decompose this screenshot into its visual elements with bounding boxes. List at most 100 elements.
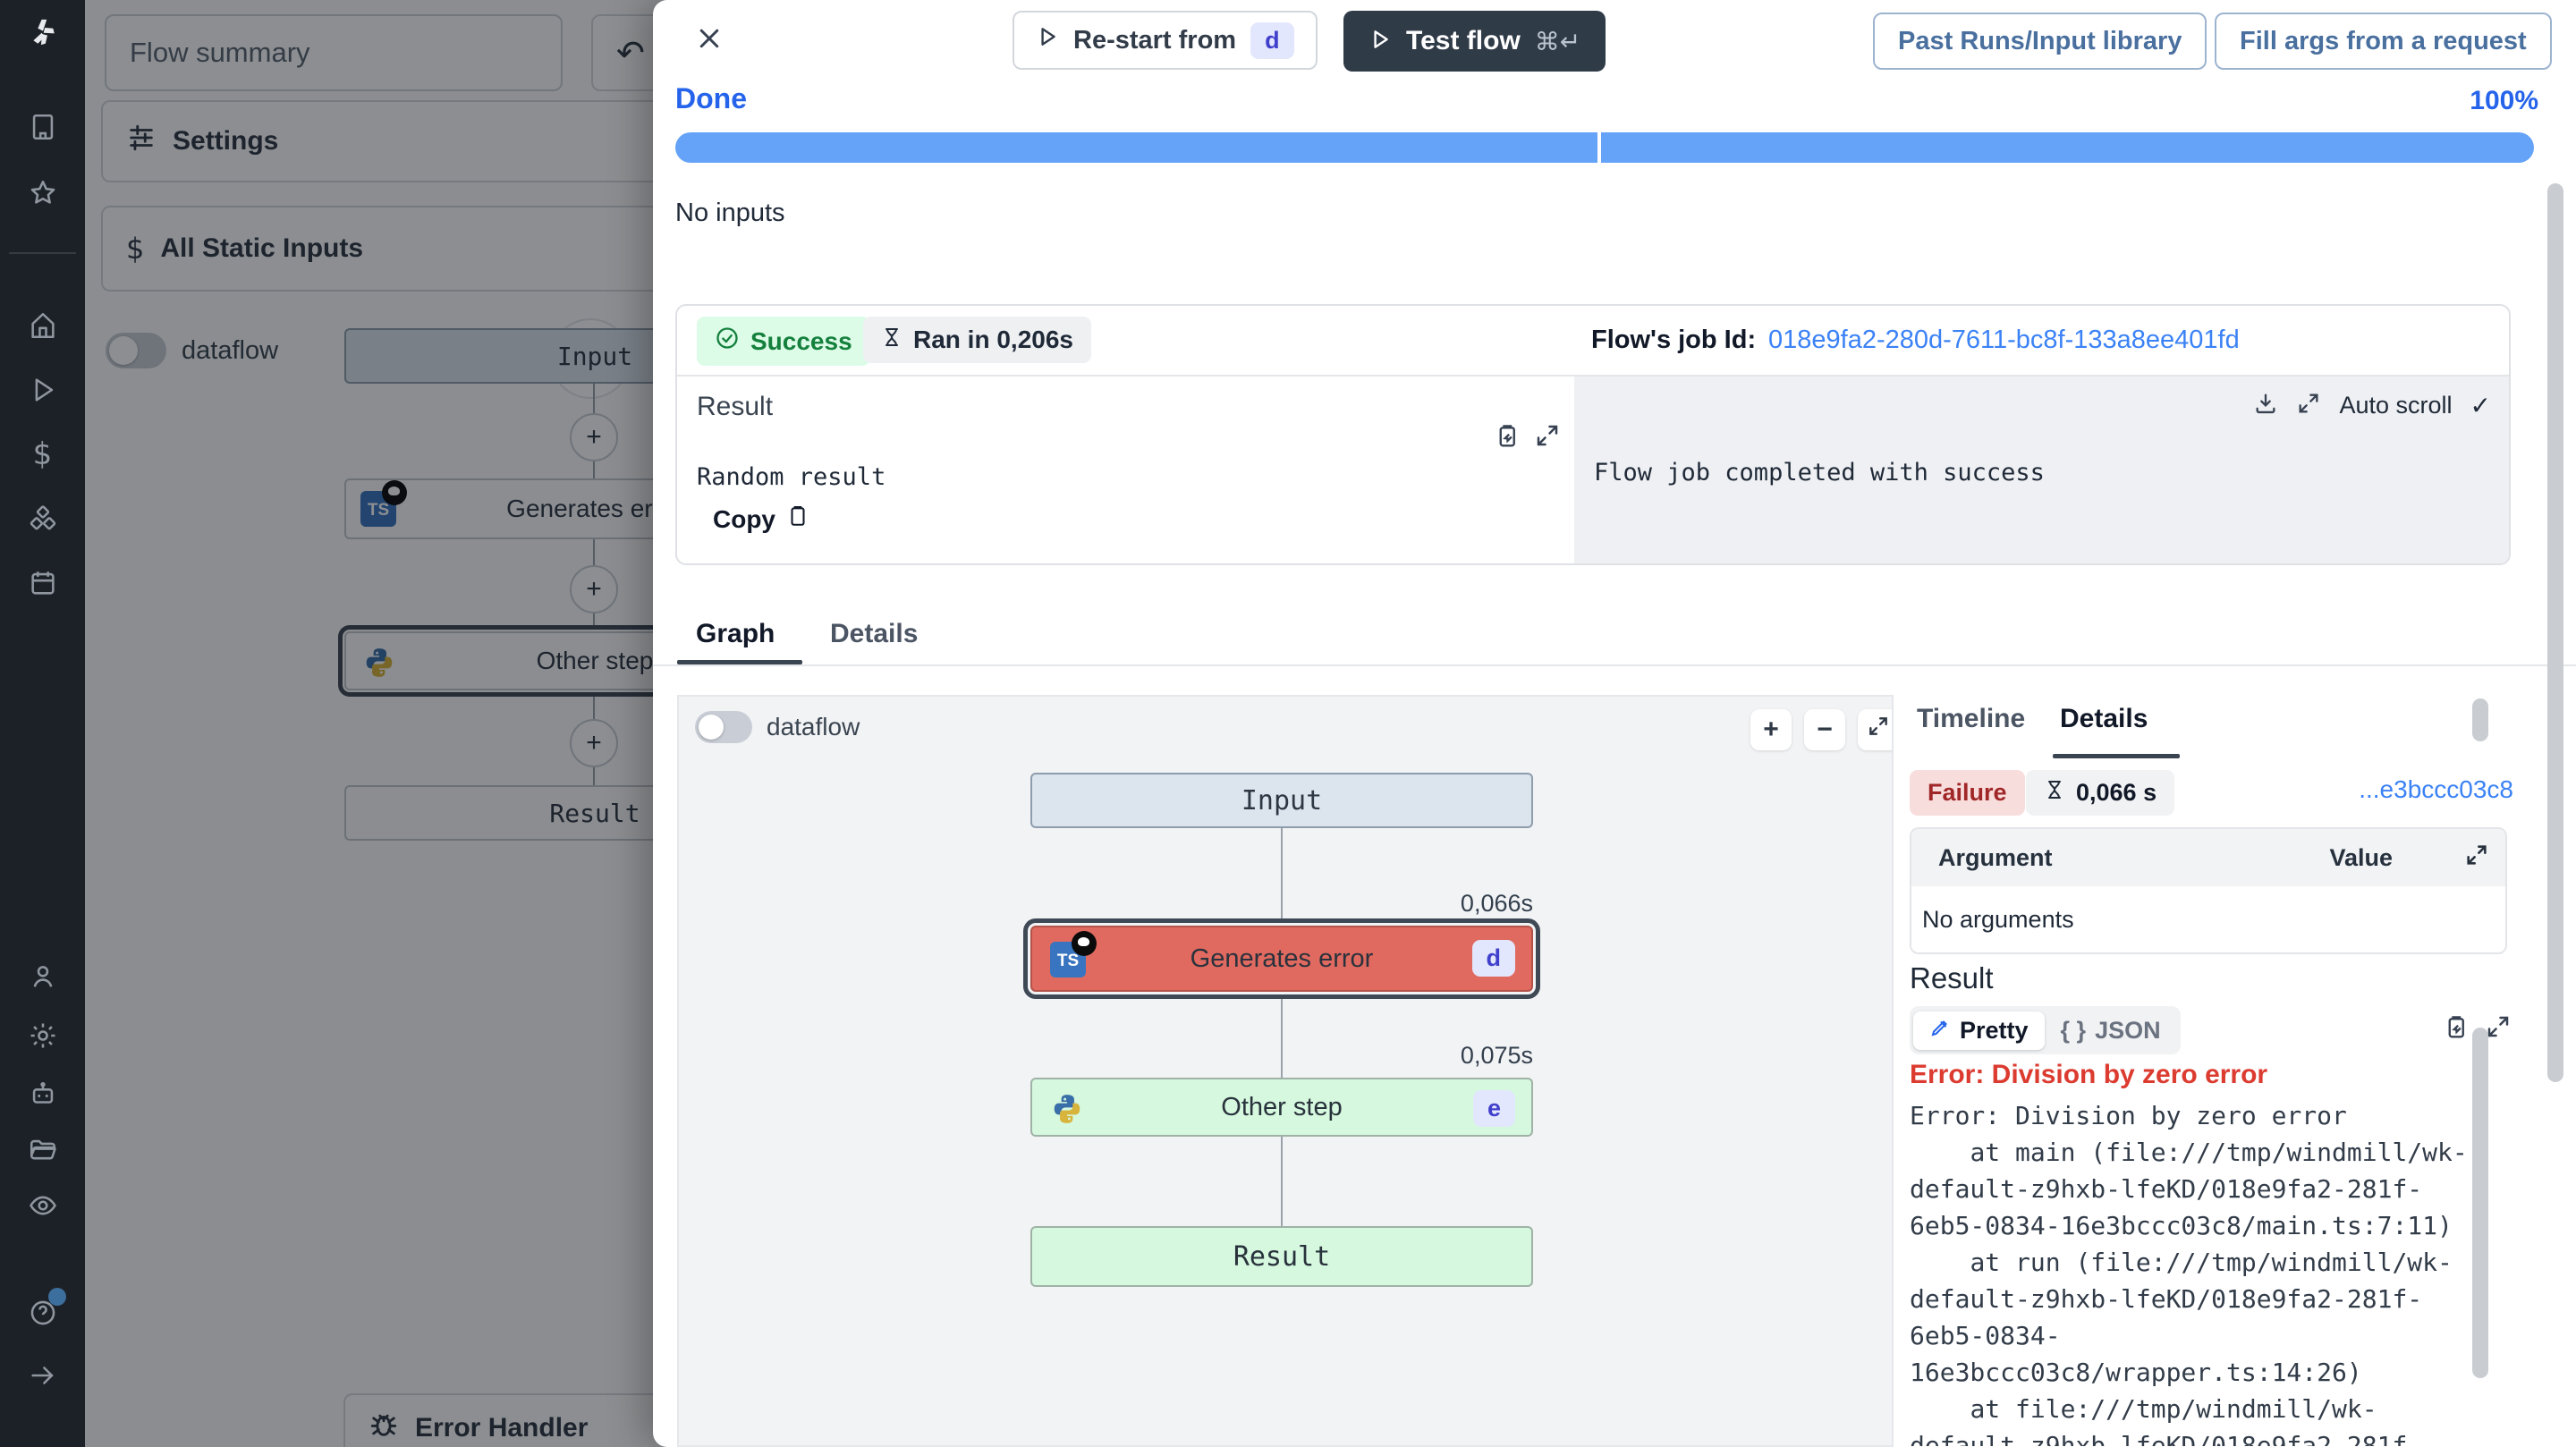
run-result-card: Success Ran in 0,206s Flow's job Id: 018… (675, 304, 2511, 565)
job-id-label: Flow's job Id: (1591, 326, 1756, 355)
copy-button[interactable]: Copy (713, 504, 809, 534)
user-icon[interactable] (25, 959, 61, 994)
run-log-panel: Auto scroll ✓ Flow job completed with su… (1574, 377, 2509, 563)
expand-result-icon[interactable] (1534, 422, 1561, 449)
shortcut-hint: ⌘↵ (1535, 27, 1580, 56)
result-value: Random result (697, 463, 886, 491)
col-argument: Argument (1938, 844, 2053, 872)
runs-play-icon[interactable] (25, 372, 61, 408)
hourglass-icon (881, 326, 902, 354)
windmill-logo[interactable] (25, 14, 61, 50)
step-id-badge: e (1473, 1090, 1515, 1127)
flow-graph-panel: dataflow + − Input 0,066s TS Generates e… (677, 695, 1892, 1447)
past-runs-button[interactable]: Past Runs/Input library (1873, 13, 2207, 70)
no-inputs-label: No inputs (675, 199, 785, 228)
help-icon[interactable] (25, 1295, 61, 1331)
zoom-in-button[interactable]: + (1750, 709, 1792, 750)
step-job-link[interactable]: ...e3bccc03c8 (2359, 775, 2513, 804)
test-flow-button[interactable]: Test flow ⌘↵ (1343, 11, 1606, 72)
tab-graph[interactable]: Graph (696, 619, 775, 649)
step-duration-badge: 0,066 s (2026, 770, 2174, 816)
step-id-badge: d (1472, 940, 1516, 977)
duration-badge: Ran in 0,206s (863, 317, 1091, 363)
result-title: Result (697, 392, 773, 422)
tab-step-details[interactable]: Details (2060, 704, 2148, 734)
variables-dollar-icon[interactable]: $ (25, 436, 61, 472)
notification-dot (48, 1288, 66, 1306)
clipboard-icon (786, 504, 809, 534)
graph-node-result[interactable]: Result (1030, 1226, 1533, 1287)
check-circle-icon (715, 326, 740, 357)
active-tab-underline (2053, 754, 2180, 758)
drawer-scrollbar-thumb[interactable] (2547, 183, 2563, 1082)
worker-robot-icon[interactable] (25, 1077, 61, 1113)
tabs-divider (653, 664, 2576, 666)
audit-eye-icon[interactable] (25, 1188, 61, 1223)
status-badge: Success (697, 317, 870, 366)
graph-node-input[interactable]: Input (1030, 773, 1533, 828)
play-icon (1368, 28, 1392, 55)
step-result-title: Result (1910, 961, 1994, 995)
typescript-icon: TS (1050, 942, 1086, 977)
test-flow-drawer: Re-start from d Test flow ⌘↵ Past Runs/I… (653, 0, 2576, 1447)
download-log-icon[interactable] (2253, 391, 2278, 420)
collapse-arrow-icon[interactable] (25, 1358, 61, 1393)
settings-gear-icon[interactable] (25, 1018, 61, 1054)
expand-icon (1867, 715, 1890, 745)
home-icon[interactable] (25, 308, 61, 343)
graph-dataflow-toggle[interactable] (695, 711, 752, 743)
step-details-panel: Timeline Details Failure 0,066 s ...e3bc… (1892, 695, 2576, 1447)
expand-table-icon[interactable] (2464, 842, 2489, 874)
job-id-link[interactable]: 018e9fa2-280d-7611-bc8f-133a8ee401fd (1768, 326, 2240, 355)
zoom-out-button[interactable]: − (1804, 709, 1845, 750)
graph-node-other-step[interactable]: Other step e (1030, 1078, 1533, 1137)
python-icon (1050, 1092, 1084, 1133)
table-row: No arguments (1911, 886, 2505, 952)
hourglass-icon (2044, 779, 2065, 807)
log-line: Flow job completed with success (1594, 459, 2045, 487)
autoscroll-label[interactable]: Auto scroll (2339, 392, 2452, 419)
copy-error-icon[interactable] (2442, 1013, 2469, 1040)
sidebar-divider (9, 252, 76, 254)
progress-bar (675, 132, 2534, 163)
braces-icon: { } (2061, 1017, 2087, 1045)
resources-cubes-icon[interactable] (25, 501, 61, 537)
error-stack-trace: Error: Division by zero error at main (f… (1910, 1097, 2536, 1446)
graph-dataflow-label: dataflow (767, 713, 860, 741)
tab-details[interactable]: Details (830, 619, 918, 649)
restart-from-button[interactable]: Re-start from d (1013, 11, 1318, 70)
fill-args-button[interactable]: Fill args from a request (2215, 13, 2552, 70)
autoscroll-check-icon[interactable]: ✓ (2470, 391, 2491, 420)
status-label: Done (675, 82, 747, 115)
close-icon (696, 25, 723, 56)
favorites-star-icon[interactable] (25, 175, 61, 211)
workspace-building-icon[interactable] (25, 109, 61, 145)
log-toolbar: Auto scroll ✓ (2253, 391, 2491, 420)
arguments-table: Argument Value No arguments (1910, 827, 2507, 954)
close-drawer-button[interactable] (687, 18, 732, 63)
expand-error-icon[interactable] (2485, 1013, 2512, 1040)
error-title: Error: Division by zero error (1910, 1060, 2267, 1090)
copy-result-icon[interactable] (1493, 422, 1520, 449)
error-log-scrollbar-thumb[interactable] (2472, 1028, 2488, 1378)
pretty-toggle[interactable]: Pretty (1913, 1011, 2045, 1050)
progress-segment-divider (1597, 132, 1601, 163)
failure-badge: Failure (1910, 770, 2025, 816)
json-toggle[interactable]: { } JSON (2045, 1011, 2177, 1050)
deno-badge-icon (1072, 931, 1097, 956)
play-icon (1036, 25, 1059, 55)
schedules-calendar-icon[interactable] (25, 565, 61, 601)
folders-icon[interactable] (25, 1132, 61, 1168)
col-value: Value (2330, 844, 2394, 872)
details-scrollbar-thumb[interactable] (2472, 698, 2488, 741)
app-sidebar: $ (0, 0, 85, 1447)
node-duration: 0,075s (1030, 1042, 1533, 1070)
graph-node-generates-error[interactable]: TS Generates error d (1030, 926, 1533, 992)
status-percent: 100% (2470, 86, 2538, 116)
run-card-header: Success Ran in 0,206s Flow's job Id: 018… (677, 306, 2509, 377)
result-view-switch: Pretty { } JSON (1910, 1006, 2181, 1054)
pen-icon (1929, 1017, 1951, 1045)
flow-edge (1281, 1137, 1283, 1226)
expand-log-icon[interactable] (2296, 391, 2321, 420)
tab-timeline[interactable]: Timeline (1917, 704, 2025, 734)
